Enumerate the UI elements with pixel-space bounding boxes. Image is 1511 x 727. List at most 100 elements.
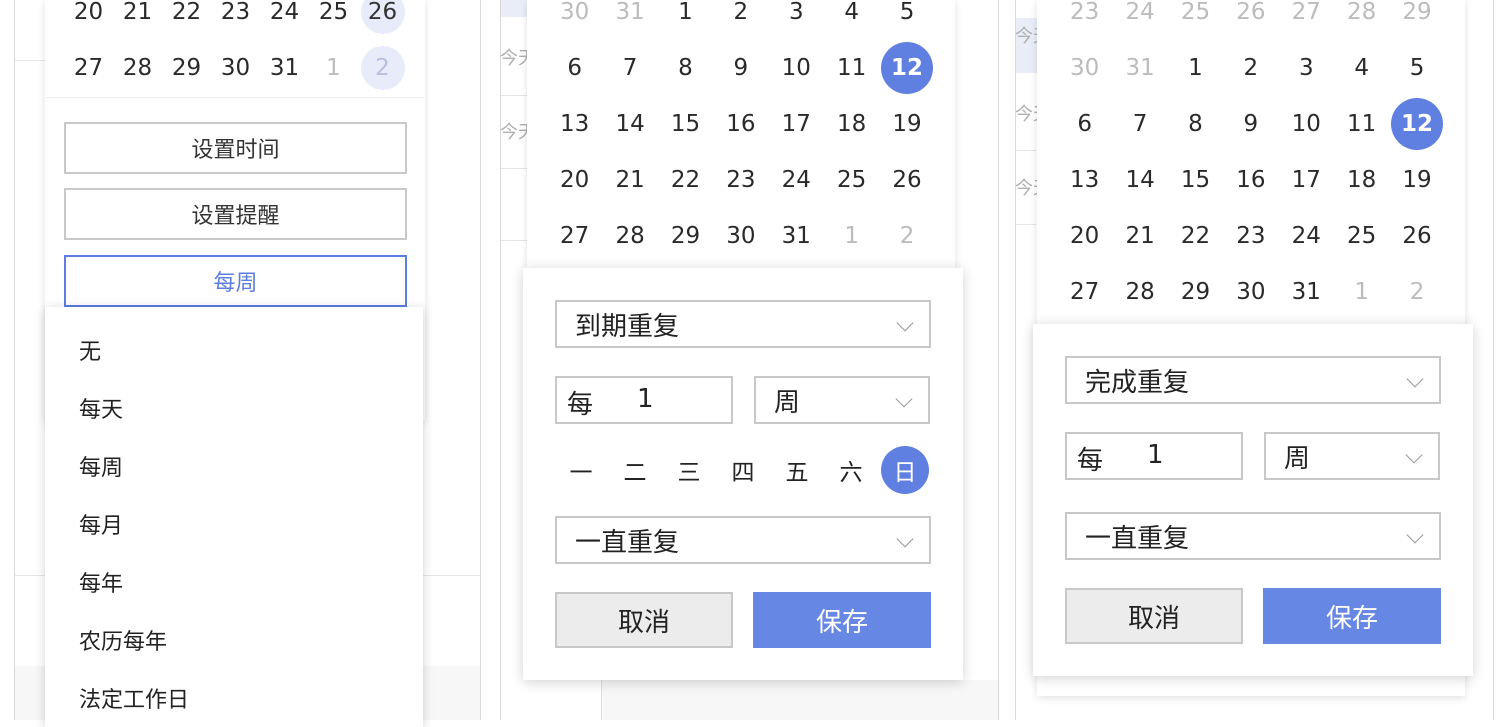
interval-input[interactable]: 每 1: [1065, 432, 1243, 480]
calendar-day[interactable]: 4: [824, 0, 879, 40]
calendar-day[interactable]: 1: [658, 0, 713, 40]
calendar-day[interactable]: 28: [1334, 0, 1389, 40]
repeat-button[interactable]: 每周: [64, 255, 407, 307]
repeat-option-daily[interactable]: 每天: [79, 392, 123, 424]
calendar-day[interactable]: 17: [1279, 152, 1334, 208]
calendar-day[interactable]: 13: [547, 96, 602, 152]
calendar-day[interactable]: 23: [1057, 0, 1112, 40]
calendar-day[interactable]: 30: [211, 40, 260, 96]
calendar-day[interactable]: 29: [658, 208, 713, 264]
calendar-day[interactable]: 8: [658, 40, 713, 96]
calendar-day[interactable]: 11: [1334, 96, 1389, 152]
cancel-button[interactable]: 取消: [1065, 588, 1243, 644]
calendar-day[interactable]: 22: [162, 0, 211, 40]
calendar-day[interactable]: 25: [1168, 0, 1223, 40]
calendar-day[interactable]: 21: [602, 152, 657, 208]
end-rule-select[interactable]: 一直重复: [555, 516, 931, 564]
repeat-option-workdays[interactable]: 法定工作日: [79, 682, 189, 714]
calendar-day[interactable]: 10: [1279, 96, 1334, 152]
calendar-day[interactable]: 22: [658, 152, 713, 208]
calendar-day[interactable]: 26: [1389, 208, 1444, 264]
calendar-day[interactable]: 15: [1168, 152, 1223, 208]
calendar-day[interactable]: 30: [1223, 264, 1278, 320]
weekday-toggle[interactable]: 六: [827, 446, 875, 494]
calendar-day[interactable]: 2: [713, 0, 768, 40]
calendar-day[interactable]: 23: [211, 0, 260, 40]
repeat-option-monthly[interactable]: 每月: [79, 508, 123, 540]
calendar-day[interactable]: 1: [1168, 40, 1223, 96]
calendar-day[interactable]: 7: [1112, 96, 1167, 152]
calendar-day[interactable]: 29: [162, 40, 211, 96]
calendar-day[interactable]: 20: [547, 152, 602, 208]
calendar-day[interactable]: 27: [64, 40, 113, 96]
calendar-day[interactable]: 5: [879, 0, 934, 40]
calendar-day[interactable]: 2: [358, 40, 407, 96]
calendar-day[interactable]: 31: [602, 0, 657, 40]
calendar-day[interactable]: 19: [1389, 152, 1444, 208]
calendar-day[interactable]: 27: [547, 208, 602, 264]
calendar-day[interactable]: 16: [1223, 152, 1278, 208]
calendar-day[interactable]: 28: [113, 40, 162, 96]
calendar-day[interactable]: 15: [658, 96, 713, 152]
calendar-day[interactable]: 14: [602, 96, 657, 152]
calendar-day[interactable]: 23: [1223, 208, 1278, 264]
calendar-day[interactable]: 31: [1279, 264, 1334, 320]
calendar-day[interactable]: 6: [547, 40, 602, 96]
set-time-button[interactable]: 设置时间: [64, 122, 407, 174]
calendar-day[interactable]: 30: [547, 0, 602, 40]
repeat-option-weekly[interactable]: 每周: [79, 450, 123, 482]
calendar-day[interactable]: 24: [260, 0, 309, 40]
calendar-day[interactable]: 8: [1168, 96, 1223, 152]
calendar-day[interactable]: 27: [1057, 264, 1112, 320]
calendar-day[interactable]: 18: [824, 96, 879, 152]
calendar-day[interactable]: 9: [713, 40, 768, 96]
calendar-day[interactable]: 27: [1279, 0, 1334, 40]
calendar-day[interactable]: 14: [1112, 152, 1167, 208]
end-rule-select[interactable]: 一直重复: [1065, 512, 1441, 560]
calendar-day-selected[interactable]: 12: [879, 40, 934, 96]
calendar-day[interactable]: 31: [260, 40, 309, 96]
save-button[interactable]: 保存: [753, 592, 931, 648]
calendar-day[interactable]: 17: [769, 96, 824, 152]
calendar-day[interactable]: 25: [1334, 208, 1389, 264]
calendar-day[interactable]: 25: [309, 0, 358, 40]
calendar-day[interactable]: 6: [1057, 96, 1112, 152]
calendar-day[interactable]: 3: [1279, 40, 1334, 96]
calendar-day[interactable]: 31: [1112, 40, 1167, 96]
calendar-day[interactable]: 13: [1057, 152, 1112, 208]
calendar-day[interactable]: 30: [1057, 40, 1112, 96]
weekday-toggle[interactable]: 日: [881, 446, 929, 494]
calendar-day[interactable]: 21: [113, 0, 162, 40]
calendar-day[interactable]: 21: [1112, 208, 1167, 264]
repeat-type-select[interactable]: 到期重复: [555, 300, 931, 348]
calendar-day[interactable]: 26: [879, 152, 934, 208]
calendar-day[interactable]: 28: [1112, 264, 1167, 320]
calendar-day[interactable]: 3: [769, 0, 824, 40]
calendar-day[interactable]: 11: [824, 40, 879, 96]
calendar-day[interactable]: 20: [64, 0, 113, 40]
calendar-day[interactable]: 18: [1334, 152, 1389, 208]
calendar-day[interactable]: 2: [879, 208, 934, 264]
repeat-option-lunar-yearly[interactable]: 农历每年: [79, 624, 167, 656]
weekday-toggle[interactable]: 二: [611, 446, 659, 494]
calendar-day[interactable]: 24: [1112, 0, 1167, 40]
set-reminder-button[interactable]: 设置提醒: [64, 188, 407, 240]
calendar-day-selected[interactable]: 12: [1389, 96, 1444, 152]
calendar-day[interactable]: 25: [824, 152, 879, 208]
calendar-day[interactable]: 1: [824, 208, 879, 264]
calendar-day[interactable]: 31: [769, 208, 824, 264]
calendar-day[interactable]: 24: [1279, 208, 1334, 264]
repeat-option-yearly[interactable]: 每年: [79, 566, 123, 598]
calendar-day[interactable]: 28: [602, 208, 657, 264]
cancel-button[interactable]: 取消: [555, 592, 733, 648]
save-button[interactable]: 保存: [1263, 588, 1441, 644]
calendar-day[interactable]: 30: [713, 208, 768, 264]
calendar-day[interactable]: 26: [1223, 0, 1278, 40]
interval-input[interactable]: 每 1: [555, 376, 733, 424]
calendar-day[interactable]: 9: [1223, 96, 1278, 152]
interval-unit-select[interactable]: 周: [1264, 432, 1440, 480]
calendar-day[interactable]: 10: [769, 40, 824, 96]
calendar-day[interactable]: 4: [1334, 40, 1389, 96]
interval-unit-select[interactable]: 周: [754, 376, 930, 424]
calendar-day[interactable]: 26: [358, 0, 407, 40]
